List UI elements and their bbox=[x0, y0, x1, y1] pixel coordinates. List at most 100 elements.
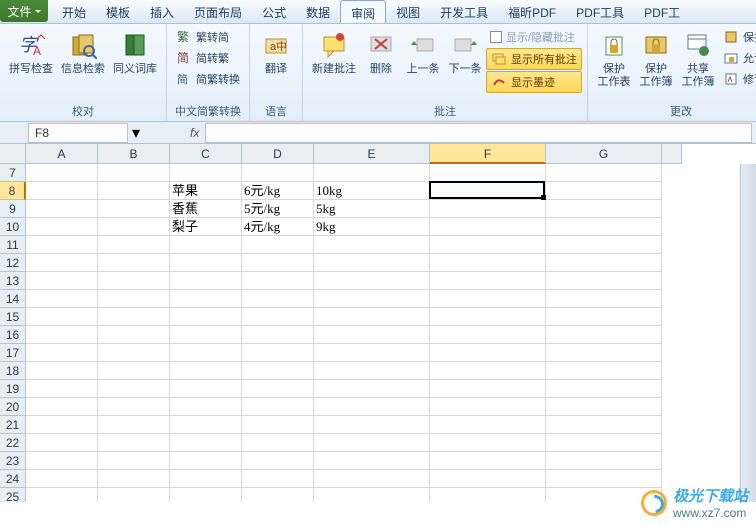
cell-B14[interactable] bbox=[98, 290, 170, 308]
cell-B24[interactable] bbox=[98, 470, 170, 488]
cell-B13[interactable] bbox=[98, 272, 170, 290]
tc2sc-button[interactable]: 繁繁转简 bbox=[172, 27, 244, 47]
cell-E17[interactable] bbox=[314, 344, 430, 362]
protect-workbook-button[interactable]: 保护 工作簿 bbox=[635, 27, 677, 91]
row-header-24[interactable]: 24 bbox=[0, 470, 26, 488]
cell-F21[interactable] bbox=[430, 416, 546, 434]
menu-tab-开发工具[interactable]: 开发工具 bbox=[430, 0, 498, 23]
show-ink-button[interactable]: 显示墨迹 bbox=[486, 71, 582, 93]
cell-G19[interactable] bbox=[546, 380, 662, 398]
cell-D10[interactable]: 4元/kg bbox=[242, 218, 314, 236]
cell-D15[interactable] bbox=[242, 308, 314, 326]
protect-sheet-button[interactable]: 保护 工作表 bbox=[593, 27, 635, 91]
row-header-21[interactable]: 21 bbox=[0, 416, 26, 434]
cell-D11[interactable] bbox=[242, 236, 314, 254]
cell-A14[interactable] bbox=[26, 290, 98, 308]
cell-G12[interactable] bbox=[546, 254, 662, 272]
new-comment-button[interactable]: 新建批注 bbox=[308, 27, 360, 78]
vertical-scrollbar[interactable] bbox=[740, 164, 756, 502]
cell-G14[interactable] bbox=[546, 290, 662, 308]
cell-B15[interactable] bbox=[98, 308, 170, 326]
cell-D21[interactable] bbox=[242, 416, 314, 434]
thesaurus-button[interactable]: 同义词库 bbox=[109, 27, 161, 78]
cell-F25[interactable] bbox=[430, 488, 546, 502]
cell-G15[interactable] bbox=[546, 308, 662, 326]
cell-D22[interactable] bbox=[242, 434, 314, 452]
cell-G8[interactable] bbox=[546, 182, 662, 200]
cell-F12[interactable] bbox=[430, 254, 546, 272]
col-header-B[interactable]: B bbox=[98, 144, 170, 164]
cell-C21[interactable] bbox=[170, 416, 242, 434]
cell-C9[interactable]: 香蕉 bbox=[170, 200, 242, 218]
cell-C14[interactable] bbox=[170, 290, 242, 308]
menu-tab-公式[interactable]: 公式 bbox=[252, 0, 296, 23]
cell-D12[interactable] bbox=[242, 254, 314, 272]
cell-B8[interactable] bbox=[98, 182, 170, 200]
cell-B20[interactable] bbox=[98, 398, 170, 416]
spreadsheet-grid[interactable]: ABCDEFG 78910111213141516171819202122232… bbox=[0, 144, 756, 502]
cell-B18[interactable] bbox=[98, 362, 170, 380]
row-header-17[interactable]: 17 bbox=[0, 344, 26, 362]
menu-tab-数据[interactable]: 数据 bbox=[296, 0, 340, 23]
col-header-C[interactable]: C bbox=[170, 144, 242, 164]
row-header-18[interactable]: 18 bbox=[0, 362, 26, 380]
track-changes-button[interactable]: 修订 bbox=[719, 69, 756, 89]
cell-C8[interactable]: 苹果 bbox=[170, 182, 242, 200]
cell-D16[interactable] bbox=[242, 326, 314, 344]
col-header-D[interactable]: D bbox=[242, 144, 314, 164]
col-header-tail[interactable] bbox=[662, 144, 682, 164]
cell-A17[interactable] bbox=[26, 344, 98, 362]
cell-C16[interactable] bbox=[170, 326, 242, 344]
menu-tab-模板[interactable]: 模板 bbox=[96, 0, 140, 23]
cell-E22[interactable] bbox=[314, 434, 430, 452]
row-header-23[interactable]: 23 bbox=[0, 452, 26, 470]
cell-A22[interactable] bbox=[26, 434, 98, 452]
cell-G17[interactable] bbox=[546, 344, 662, 362]
cell-E15[interactable] bbox=[314, 308, 430, 326]
name-box[interactable]: F8 bbox=[28, 123, 128, 143]
cell-D17[interactable] bbox=[242, 344, 314, 362]
cell-B12[interactable] bbox=[98, 254, 170, 272]
row-header-19[interactable]: 19 bbox=[0, 380, 26, 398]
cell-G21[interactable] bbox=[546, 416, 662, 434]
cell-C10[interactable]: 梨子 bbox=[170, 218, 242, 236]
cell-C22[interactable] bbox=[170, 434, 242, 452]
cell-E18[interactable] bbox=[314, 362, 430, 380]
cell-A19[interactable] bbox=[26, 380, 98, 398]
show-all-comments-button[interactable]: 显示所有批注 bbox=[486, 48, 582, 70]
cell-C12[interactable] bbox=[170, 254, 242, 272]
cell-E14[interactable] bbox=[314, 290, 430, 308]
menu-tab-页面布局[interactable]: 页面布局 bbox=[184, 0, 252, 23]
cell-E8[interactable]: 10kg bbox=[314, 182, 430, 200]
cell-C24[interactable] bbox=[170, 470, 242, 488]
select-all-corner[interactable] bbox=[0, 144, 26, 164]
cell-A25[interactable] bbox=[26, 488, 98, 502]
col-header-G[interactable]: G bbox=[546, 144, 662, 164]
row-header-8[interactable]: 8 bbox=[0, 182, 26, 200]
row-header-10[interactable]: 10 bbox=[0, 218, 26, 236]
protect-share-button[interactable]: 保护 bbox=[719, 27, 756, 47]
cell-D13[interactable] bbox=[242, 272, 314, 290]
file-menu[interactable]: 文件 bbox=[0, 0, 48, 22]
cell-E16[interactable] bbox=[314, 326, 430, 344]
cell-E19[interactable] bbox=[314, 380, 430, 398]
research-button[interactable]: 信息检索 bbox=[57, 27, 109, 78]
menu-tab-PDF工[interactable]: PDF工 bbox=[634, 0, 690, 23]
cell-A18[interactable] bbox=[26, 362, 98, 380]
cell-F9[interactable] bbox=[430, 200, 546, 218]
cell-C23[interactable] bbox=[170, 452, 242, 470]
cell-C13[interactable] bbox=[170, 272, 242, 290]
cell-G20[interactable] bbox=[546, 398, 662, 416]
cell-A12[interactable] bbox=[26, 254, 98, 272]
cell-A10[interactable] bbox=[26, 218, 98, 236]
convert-button[interactable]: 简简繁转换 bbox=[172, 69, 244, 89]
cell-C25[interactable] bbox=[170, 488, 242, 502]
row-header-25[interactable]: 25 bbox=[0, 488, 26, 502]
cell-D24[interactable] bbox=[242, 470, 314, 488]
cell-G16[interactable] bbox=[546, 326, 662, 344]
cell-F14[interactable] bbox=[430, 290, 546, 308]
cell-G18[interactable] bbox=[546, 362, 662, 380]
menu-tab-插入[interactable]: 插入 bbox=[140, 0, 184, 23]
cell-B19[interactable] bbox=[98, 380, 170, 398]
cell-A13[interactable] bbox=[26, 272, 98, 290]
